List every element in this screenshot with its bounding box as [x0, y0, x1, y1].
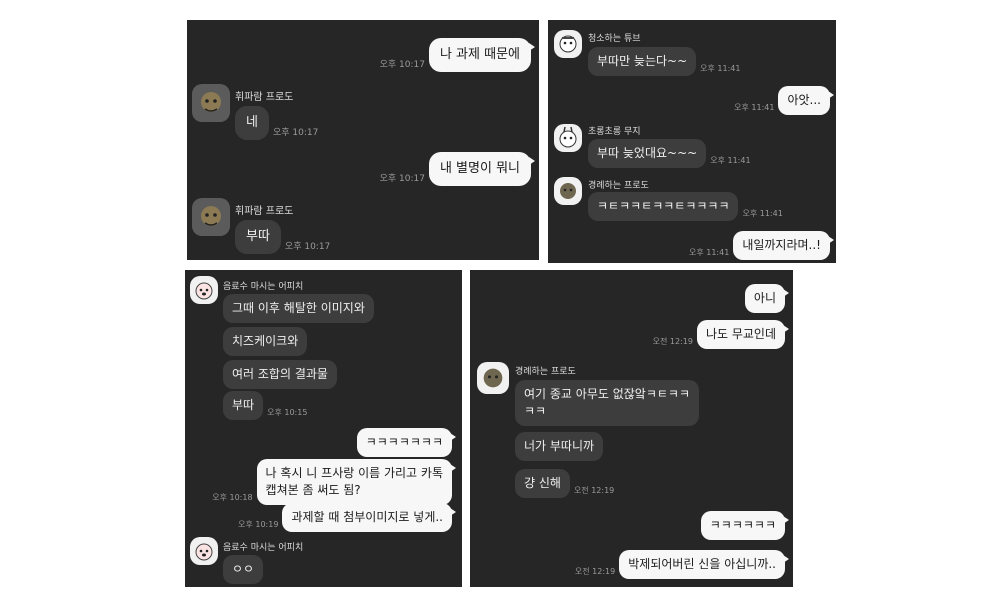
incoming-message: 네 — [235, 106, 269, 140]
incoming-message: 여러 조합의 결과물 — [223, 360, 337, 389]
outgoing-message: 내 별명이 뭐니 — [428, 152, 536, 186]
outgoing-message: 아앗... — [778, 86, 834, 115]
message-row: 박제되어버린 신을 아십니까.. 오전 12:19 — [574, 550, 789, 579]
sender-name: 청소하는 튜브 — [588, 34, 641, 44]
message-row: 나 과제 때문에 오후 10:17 — [379, 38, 536, 72]
message-row: 여기 종교 아무도 없잖앜ㅋㅌㅋㅋ ㅋㅋ — [515, 380, 700, 426]
frodo-avatar — [477, 362, 509, 394]
message-row: 부따만 늦는다~~ 오후 11:41 — [588, 47, 741, 76]
muji-avatar — [554, 124, 582, 152]
chat-panel-1: 나 과제 때문에 오후 10:17 휘파람 프로도 네 오후 10:17 내 별… — [187, 20, 539, 260]
message-timestamp: 오후 11:41 — [688, 248, 730, 257]
frodo-salute-icon — [483, 368, 503, 388]
frodo-avatar — [192, 84, 230, 122]
outgoing-message: 아니 — [744, 284, 790, 313]
incoming-message: 걍 신해 — [515, 469, 570, 498]
sender-name: 경례하는 프로도 — [588, 181, 649, 191]
frodo-icon — [201, 206, 221, 226]
outgoing-message: 나 과제 때문에 — [428, 38, 536, 72]
frodo-salute-icon — [560, 183, 576, 199]
message-timestamp: 오후 10:15 — [267, 408, 308, 417]
incoming-message: 부따만 늦는다~~ — [588, 47, 697, 76]
message-row: 내 별명이 뭐니 오후 10:17 — [379, 152, 536, 186]
message-timestamp: 오후 11:41 — [742, 209, 783, 218]
message-row: 내일까지라며..! 오후 11:41 — [688, 231, 834, 260]
incoming-message: 그때 이후 해탈한 이미지와 — [223, 294, 374, 323]
incoming-message: 부따 — [235, 220, 281, 254]
message-row: 여러 조합의 결과물 — [223, 360, 337, 389]
apeach-icon — [195, 282, 213, 300]
message-row: 그때 이후 해탈한 이미지와 — [223, 294, 374, 323]
sender-name: 음료수 마시는 어피치 — [223, 282, 304, 292]
message-timestamp: 오후 10:17 — [284, 242, 331, 252]
message-timestamp: 오후 10:17 — [379, 60, 425, 70]
frodo-avatar — [192, 198, 230, 236]
message-timestamp: 오후 10:17 — [272, 128, 319, 138]
outgoing-message: ㅋㅋㅋㅋㅋㅋ — [700, 511, 790, 540]
message-timestamp: 오후 11:41 — [734, 103, 775, 112]
sender-name: 휘파람 프로도 — [235, 206, 294, 217]
incoming-message: 부따 — [223, 391, 264, 420]
outgoing-message: 내일까지라며..! — [733, 231, 834, 260]
message-row: ㅋㅋㅋㅋㅋㅋ — [700, 511, 790, 540]
frodo-avatar — [554, 177, 582, 205]
message-timestamp: 오후 10:19 — [238, 520, 279, 529]
sender-name: 초롱초롱 무지 — [588, 127, 641, 137]
message-row: ㅋㅋㅋㅋㅋㅋㅋ — [356, 428, 457, 457]
incoming-message: ㅋㅌㅋㅋㅌㅋㅋㅌㅋㅋㅋㅋ — [588, 192, 739, 221]
chat-panel-4: 아니 나도 무교인데 오전 12:19 경례하는 프로도 여기 종교 아무도 없… — [470, 270, 793, 587]
message-row: 걍 신해 오전 12:19 — [515, 469, 614, 498]
message-row: 부따 늦었대요~~~ 오후 11:41 — [588, 139, 751, 168]
incoming-message: 너가 부따니까 — [515, 432, 604, 461]
message-timestamp: 오전 12:19 — [573, 486, 615, 495]
message-row: 부따 오후 10:17 — [235, 220, 330, 254]
sender-name: 음료수 마시는 어피치 — [223, 543, 304, 553]
sender-name: 휘파람 프로도 — [235, 92, 294, 103]
message-row: 네 오후 10:17 — [235, 106, 318, 140]
apeach-avatar — [190, 537, 218, 565]
message-timestamp: 오전 12:19 — [652, 337, 693, 346]
incoming-message: ㅇㅇ — [223, 555, 264, 584]
outgoing-message: 나 혹시 니 프사랑 이름 가리고 카톡 캡쳐본 좀 써도 됨? — [256, 459, 457, 505]
incoming-message: 치즈케이크와 — [223, 327, 308, 356]
message-timestamp: 오후 11:41 — [710, 156, 751, 165]
message-row: 아니 — [744, 284, 790, 313]
message-row: 부따 오후 10:15 — [223, 391, 307, 420]
tube-icon — [559, 35, 577, 53]
sender-name: 경례하는 프로도 — [515, 367, 576, 377]
message-timestamp: 오후 11:41 — [700, 64, 741, 73]
message-row: 너가 부따니까 — [515, 432, 604, 461]
message-row: 나도 무교인데 오전 12:19 — [652, 320, 790, 349]
apeach-avatar — [190, 276, 218, 304]
outgoing-message: 과제할 때 첨부이미지로 넣게.. — [282, 503, 456, 532]
chat-panel-2: 청소하는 튜브 부따만 늦는다~~ 오후 11:41 아앗... 오후 11:4… — [548, 20, 836, 263]
incoming-message: 부따 늦었대요~~~ — [588, 139, 707, 168]
chat-panel-3: 음료수 마시는 어피치 그때 이후 해탈한 이미지와 치즈케이크와 여러 조합의… — [185, 270, 462, 587]
apeach-icon — [195, 543, 213, 561]
message-row: 아앗... 오후 11:41 — [734, 86, 834, 115]
frodo-icon — [201, 92, 221, 112]
muji-icon — [559, 126, 577, 148]
outgoing-message: ㅋㅋㅋㅋㅋㅋㅋ — [356, 428, 457, 457]
incoming-message: 여기 종교 아무도 없잖앜ㅋㅌㅋㅋ ㅋㅋ — [515, 380, 700, 426]
outgoing-message: 나도 무교인데 — [696, 320, 790, 349]
tube-avatar — [554, 30, 582, 58]
message-timestamp: 오전 12:19 — [574, 567, 616, 576]
message-row: ㅋㅌㅋㅋㅌㅋㅋㅌㅋㅋㅋㅋ 오후 11:41 — [588, 192, 783, 221]
message-row: ㅇㅇ — [223, 555, 264, 584]
outgoing-message: 박제되어버린 신을 아십니까.. — [619, 550, 789, 579]
message-row: 치즈케이크와 — [223, 327, 308, 356]
message-timestamp: 오후 10:17 — [379, 174, 425, 184]
message-row: 나 혹시 니 프사랑 이름 가리고 카톡 캡쳐본 좀 써도 됨? 오후 10:1… — [212, 459, 457, 505]
message-row: 과제할 때 첨부이미지로 넣게.. 오후 10:19 — [238, 503, 456, 532]
